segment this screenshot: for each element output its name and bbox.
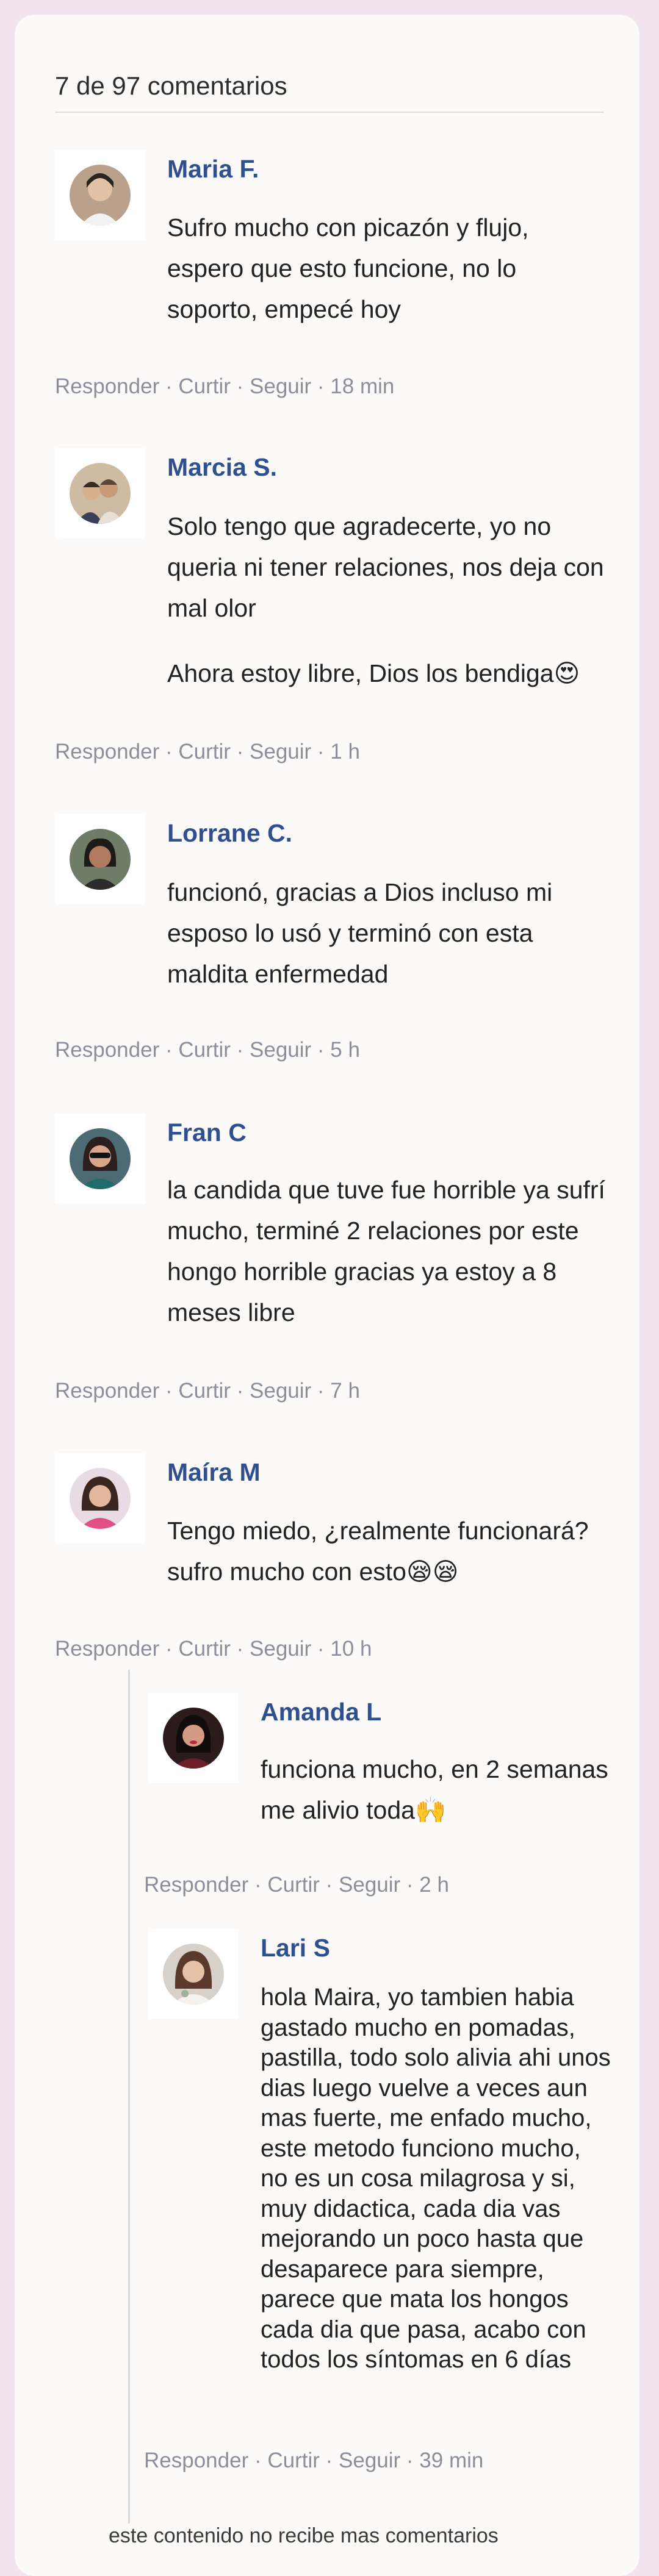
- follow-link[interactable]: Seguir: [250, 740, 311, 764]
- comment-actions: Responder · Curtir · Seguir · 5 h: [55, 1037, 360, 1064]
- separator: ·: [400, 2449, 420, 2472]
- reply-link[interactable]: Responder: [144, 2449, 248, 2472]
- comment-time: 10 h: [330, 1637, 372, 1661]
- separator: ·: [319, 1873, 339, 1897]
- like-link[interactable]: Curtir: [178, 1637, 231, 1661]
- separator: ·: [319, 2449, 339, 2472]
- comment-author[interactable]: Marcia S.: [167, 452, 277, 482]
- avatar-marcia-s[interactable]: [70, 463, 131, 524]
- avatar-frame[interactable]: [148, 1929, 239, 2019]
- like-link[interactable]: Curtir: [178, 374, 231, 398]
- reply-time: 2 h: [419, 1873, 449, 1897]
- avatar-frame[interactable]: [148, 1693, 239, 1783]
- separator: ·: [400, 1873, 420, 1897]
- reply-link[interactable]: Responder: [55, 1637, 159, 1661]
- comment-paragraph: funcionó, gracias a Dios incluso mi espo…: [167, 878, 553, 988]
- reply-time: 39 min: [419, 2449, 484, 2472]
- separator: ·: [311, 1637, 331, 1661]
- comment-author[interactable]: Maria F.: [167, 154, 259, 184]
- comment-text: funcionó, gracias a Dios incluso mi espo…: [167, 872, 607, 995]
- reply-thread-line: [128, 1670, 130, 2524]
- avatar-frame[interactable]: [55, 814, 145, 904]
- comments-count-header: 7 de 97 comentarios: [55, 70, 604, 113]
- comment-actions: Responder · Curtir · Seguir · 18 min: [55, 373, 394, 400]
- like-link[interactable]: Curtir: [267, 2449, 320, 2472]
- reply-author[interactable]: Amanda L: [261, 1697, 381, 1727]
- separator: ·: [311, 374, 331, 398]
- reply-text: funciona mucho, en 2 semanas me alivio t…: [261, 1749, 627, 1831]
- separator: ·: [311, 740, 331, 764]
- reply-actions: Responder · Curtir · Seguir · 39 min: [144, 2447, 483, 2474]
- comment-author[interactable]: Fran C: [167, 1117, 247, 1148]
- avatar-maria-f[interactable]: [70, 165, 131, 226]
- comment-paragraph: Sufro mucho con picazón y flujo, espero …: [167, 213, 529, 323]
- comment-author[interactable]: Maíra M: [167, 1457, 261, 1487]
- avatar-amanda-l[interactable]: [163, 1708, 224, 1769]
- reply-author[interactable]: Lari S: [261, 1933, 330, 1963]
- separator: ·: [248, 2449, 268, 2472]
- follow-link[interactable]: Seguir: [250, 374, 311, 398]
- avatar-frame[interactable]: [55, 1453, 145, 1544]
- avatar-frame[interactable]: [55, 150, 145, 240]
- like-link[interactable]: Curtir: [267, 1873, 320, 1897]
- follow-link[interactable]: Seguir: [339, 2449, 400, 2472]
- reply-link[interactable]: Responder: [55, 740, 159, 764]
- reply-actions: Responder · Curtir · Seguir · 2 h: [144, 1872, 449, 1898]
- comment-paragraph: la candida que tuve fue horrible ya sufr…: [167, 1176, 605, 1326]
- avatar-maira-m[interactable]: [70, 1468, 131, 1529]
- comment-paragraph: Tengo miedo, ¿realmente funcionará? sufr…: [167, 1517, 589, 1586]
- reply-link[interactable]: Responder: [55, 1379, 159, 1403]
- separator: ·: [159, 374, 179, 398]
- avatar-lari-s[interactable]: [163, 1944, 224, 2005]
- comment-actions: Responder · Curtir · Seguir · 10 h: [55, 1636, 372, 1662]
- comment-author[interactable]: Lorrane C.: [167, 818, 292, 848]
- separator: ·: [230, 1637, 250, 1661]
- separator: ·: [230, 1038, 250, 1062]
- comments-closed-note: este contenido no recibe mas comentarios: [109, 2524, 499, 2547]
- comment-text: la candida que tuve fue horrible ya sufr…: [167, 1170, 607, 1333]
- reply-paragraph: hola Maira, yo tambien habia gastado muc…: [261, 1984, 611, 2373]
- separator: ·: [159, 1637, 179, 1661]
- reply-text: hola Maira, yo tambien habia gastado muc…: [261, 1983, 611, 2375]
- comment-text: Sufro mucho con picazón y flujo, espero …: [167, 207, 607, 330]
- comment-time: 1 h: [330, 740, 360, 764]
- like-link[interactable]: Curtir: [178, 740, 231, 764]
- separator: ·: [230, 374, 250, 398]
- separator: ·: [248, 1873, 268, 1897]
- avatar-frame[interactable]: [55, 1114, 145, 1204]
- separator: ·: [230, 740, 250, 764]
- reply-link[interactable]: Responder: [144, 1873, 248, 1897]
- comment-actions: Responder · Curtir · Seguir · 7 h: [55, 1378, 360, 1404]
- comment-text: Tengo miedo, ¿realmente funcionará? sufr…: [167, 1511, 607, 1592]
- comment-time: 5 h: [330, 1038, 360, 1062]
- follow-link[interactable]: Seguir: [250, 1637, 311, 1661]
- reply-link[interactable]: Responder: [55, 374, 159, 398]
- avatar-fran-c[interactable]: [70, 1128, 131, 1189]
- comment-paragraph: Ahora estoy libre, Dios los bendiga😍: [167, 659, 580, 687]
- follow-link[interactable]: Seguir: [339, 1873, 400, 1897]
- comment-time: 7 h: [330, 1379, 360, 1403]
- separator: ·: [159, 1038, 179, 1062]
- follow-link[interactable]: Seguir: [250, 1038, 311, 1062]
- comment-paragraph: Solo tengo que agradecerte, yo no queria…: [167, 512, 604, 622]
- avatar-lorrane-c[interactable]: [70, 829, 131, 890]
- comment-actions: Responder · Curtir · Seguir · 1 h: [55, 739, 360, 765]
- comment-text: Solo tengo que agradecerte, yo no queria…: [167, 506, 607, 694]
- reply-link[interactable]: Responder: [55, 1038, 159, 1062]
- like-link[interactable]: Curtir: [178, 1038, 231, 1062]
- like-link[interactable]: Curtir: [178, 1379, 231, 1403]
- separator: ·: [159, 740, 179, 764]
- separator: ·: [311, 1038, 331, 1062]
- separator: ·: [230, 1379, 250, 1403]
- separator: ·: [159, 1379, 179, 1403]
- comment-time: 18 min: [330, 374, 395, 398]
- follow-link[interactable]: Seguir: [250, 1379, 311, 1403]
- avatar-frame[interactable]: [55, 448, 145, 538]
- separator: ·: [311, 1379, 331, 1403]
- reply-paragraph: funciona mucho, en 2 semanas me alivio t…: [261, 1755, 608, 1824]
